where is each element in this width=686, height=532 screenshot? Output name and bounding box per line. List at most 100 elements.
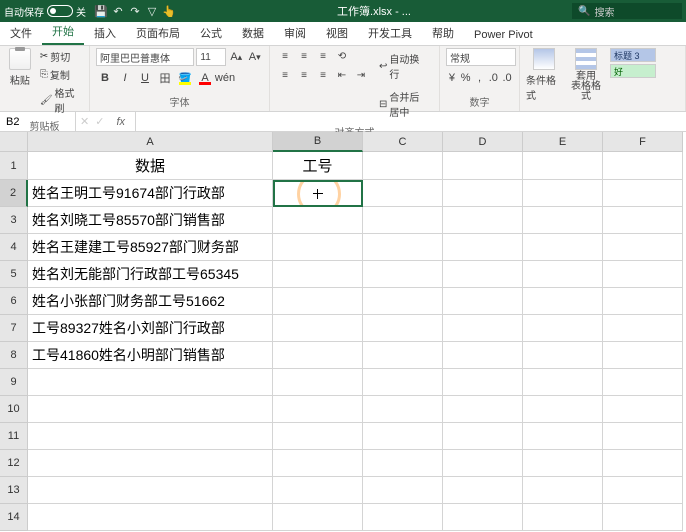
cell-F11[interactable] — [603, 423, 683, 450]
search-input[interactable]: 🔍 搜索 — [572, 3, 682, 19]
cell-A12[interactable] — [28, 450, 273, 477]
tab-数据[interactable]: 数据 — [232, 21, 274, 45]
cell-style-title3[interactable]: 标题 3 — [610, 48, 656, 62]
cell-E5[interactable] — [523, 261, 603, 288]
cell-F7[interactable] — [603, 315, 683, 342]
font-name-combo[interactable]: 阿里巴巴普惠体 — [96, 48, 194, 66]
tab-页面布局[interactable]: 页面布局 — [126, 21, 190, 45]
row-header-9[interactable]: 9 — [0, 369, 28, 396]
cell-C11[interactable] — [363, 423, 443, 450]
cell-B10[interactable] — [273, 396, 363, 423]
font-color-button[interactable]: A — [196, 69, 214, 87]
cell-C13[interactable] — [363, 477, 443, 504]
indent-right-button[interactable]: ⇥ — [352, 67, 370, 83]
cell-A3[interactable]: 姓名刘晓工号85570部门销售部 — [28, 207, 273, 234]
cell-D1[interactable] — [443, 152, 523, 180]
cell-C9[interactable] — [363, 369, 443, 396]
row-header-2[interactable]: 2 — [0, 180, 28, 207]
cell-F4[interactable] — [603, 234, 683, 261]
cut-button[interactable]: ✂剪切 — [38, 48, 83, 65]
row-header-13[interactable]: 13 — [0, 477, 28, 504]
cell-style-good[interactable]: 好 — [610, 64, 656, 78]
tab-帮助[interactable]: 帮助 — [422, 21, 464, 45]
cell-D7[interactable] — [443, 315, 523, 342]
cell-A4[interactable]: 姓名王建建工号85927部门财务部 — [28, 234, 273, 261]
currency-button[interactable]: ¥ — [446, 69, 458, 87]
col-header-B[interactable]: B — [273, 132, 363, 152]
touch-icon[interactable]: 👆 — [162, 4, 176, 18]
tab-公式[interactable]: 公式 — [190, 21, 232, 45]
align-top-button[interactable]: ≡ — [276, 48, 294, 64]
number-format-combo[interactable]: 常规 — [446, 48, 516, 66]
cell-E14[interactable] — [523, 504, 603, 531]
col-header-E[interactable]: E — [523, 132, 603, 152]
cell-F13[interactable] — [603, 477, 683, 504]
cell-A7[interactable]: 工号89327姓名小刘部门行政部 — [28, 315, 273, 342]
cell-D12[interactable] — [443, 450, 523, 477]
cell-C6[interactable] — [363, 288, 443, 315]
wrap-text-button[interactable]: ↩自动换行 — [374, 48, 433, 84]
align-right-button[interactable]: ≡ — [314, 67, 332, 83]
cell-E13[interactable] — [523, 477, 603, 504]
decrease-font-button[interactable]: A▾ — [247, 48, 263, 66]
bold-button[interactable]: B — [96, 69, 114, 87]
cell-B12[interactable] — [273, 450, 363, 477]
tab-审阅[interactable]: 审阅 — [274, 21, 316, 45]
font-size-combo[interactable]: 11 — [196, 48, 226, 66]
row-header-1[interactable]: 1 — [0, 152, 28, 180]
tab-插入[interactable]: 插入 — [84, 21, 126, 45]
cell-E3[interactable] — [523, 207, 603, 234]
cell-D11[interactable] — [443, 423, 523, 450]
fx-icon[interactable]: fx — [110, 116, 131, 128]
copy-button[interactable]: ⎘复制 — [38, 66, 83, 83]
cell-E1[interactable] — [523, 152, 603, 180]
indent-left-button[interactable]: ⇤ — [333, 67, 351, 83]
cell-C5[interactable] — [363, 261, 443, 288]
cell-F10[interactable] — [603, 396, 683, 423]
cell-D3[interactable] — [443, 207, 523, 234]
cell-A1[interactable]: 数据 — [28, 152, 273, 180]
cell-B9[interactable] — [273, 369, 363, 396]
tab-开发工具[interactable]: 开发工具 — [358, 21, 422, 45]
cell-C14[interactable] — [363, 504, 443, 531]
cell-E4[interactable] — [523, 234, 603, 261]
paste-button[interactable]: 粘贴 — [6, 48, 34, 87]
cancel-edit-icon[interactable]: ✕ — [80, 115, 89, 128]
cell-C12[interactable] — [363, 450, 443, 477]
cell-C4[interactable] — [363, 234, 443, 261]
cell-E9[interactable] — [523, 369, 603, 396]
cell-A11[interactable] — [28, 423, 273, 450]
cell-D10[interactable] — [443, 396, 523, 423]
tab-视图[interactable]: 视图 — [316, 21, 358, 45]
align-bottom-button[interactable]: ≡ — [314, 48, 332, 64]
cell-E2[interactable] — [523, 180, 603, 207]
cell-B3[interactable] — [273, 207, 363, 234]
cell-F5[interactable] — [603, 261, 683, 288]
row-header-12[interactable]: 12 — [0, 450, 28, 477]
italic-button[interactable]: I — [116, 69, 134, 87]
confirm-edit-icon[interactable]: ✓ — [95, 115, 104, 128]
col-header-A[interactable]: A — [28, 132, 273, 152]
cell-D9[interactable] — [443, 369, 523, 396]
cell-F12[interactable] — [603, 450, 683, 477]
row-header-8[interactable]: 8 — [0, 342, 28, 369]
row-header-14[interactable]: 14 — [0, 504, 28, 531]
cell-D14[interactable] — [443, 504, 523, 531]
cell-C1[interactable] — [363, 152, 443, 180]
cell-B6[interactable] — [273, 288, 363, 315]
cell-D6[interactable] — [443, 288, 523, 315]
cell-A9[interactable] — [28, 369, 273, 396]
row-header-11[interactable]: 11 — [0, 423, 28, 450]
cell-B13[interactable] — [273, 477, 363, 504]
tab-文件[interactable]: 文件 — [0, 21, 42, 45]
cell-D4[interactable] — [443, 234, 523, 261]
tab-Power Pivot[interactable]: Power Pivot — [464, 25, 543, 45]
col-header-D[interactable]: D — [443, 132, 523, 152]
comma-button[interactable]: , — [474, 69, 486, 87]
cell-C8[interactable] — [363, 342, 443, 369]
cell-A13[interactable] — [28, 477, 273, 504]
cell-A10[interactable] — [28, 396, 273, 423]
cell-F2[interactable] — [603, 180, 683, 207]
cell-C10[interactable] — [363, 396, 443, 423]
conditional-format-button[interactable]: 条件格式 — [526, 48, 562, 102]
